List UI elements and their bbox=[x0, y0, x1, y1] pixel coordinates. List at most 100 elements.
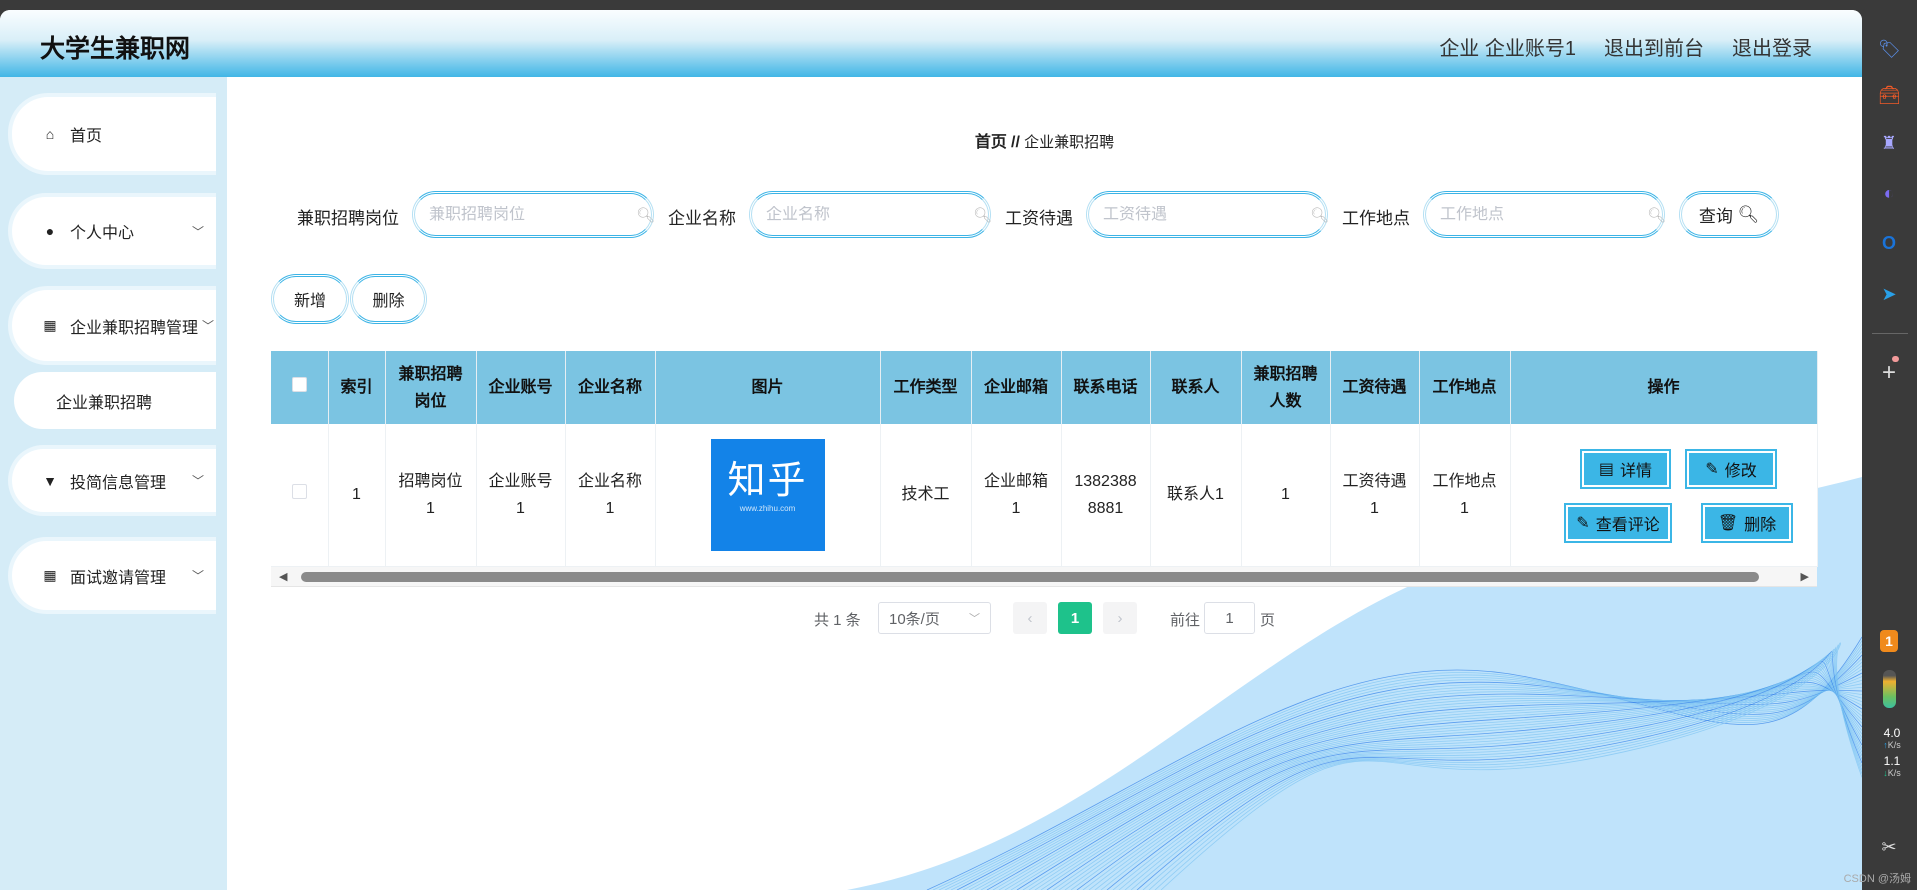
salary-label: 工资待遇 bbox=[1005, 209, 1073, 228]
chevron-right-icon: › bbox=[1117, 609, 1123, 627]
location-input[interactable] bbox=[1440, 205, 1647, 224]
pencil-icon: ✎ bbox=[1705, 461, 1719, 478]
add-button[interactable]: 新增 bbox=[271, 274, 349, 324]
page-1-button[interactable]: 1 bbox=[1058, 602, 1092, 634]
breadcrumb-current: 企业兼职招聘 bbox=[1024, 134, 1115, 151]
cell-image: 知乎 www.zhihu.com bbox=[655, 424, 881, 567]
chevron-down-icon: ﹀ bbox=[969, 613, 980, 625]
cell-email: 企业邮箱1 bbox=[971, 424, 1062, 567]
speed-unit: K/s bbox=[1887, 740, 1901, 750]
browser-sidebar: 🏷︎ 🧰︎ ♜ ◐ O ➤ + 1 4.0 ↑K/s 1.1 ↓K/s ✂ bbox=[1862, 0, 1917, 890]
breadcrumb-separator: // bbox=[1011, 134, 1020, 151]
row-delete-button[interactable]: 🗑︎ 删除 bbox=[1701, 503, 1793, 543]
sidebar-item-personal-center[interactable]: ● 个人中心 ﹀ bbox=[8, 193, 216, 269]
back-to-front-link[interactable]: 退出到前台 bbox=[1604, 32, 1704, 61]
grid-icon: ▦ bbox=[43, 317, 57, 333]
select-all-checkbox[interactable] bbox=[291, 377, 307, 392]
row-checkbox[interactable] bbox=[291, 484, 307, 500]
post-search-field[interactable]: 🔍︎ bbox=[412, 191, 655, 238]
location-label: 工作地点 bbox=[1342, 209, 1410, 228]
horizontal-scrollbar[interactable]: ◀ ▶ bbox=[271, 567, 1817, 587]
zhihu-logo-image: 知乎 www.zhihu.com bbox=[710, 438, 825, 551]
sidebar-item-interview-management[interactable]: ▦ 面试邀请管理 ﹀ bbox=[8, 537, 216, 614]
cell-salary: 工资待遇1 bbox=[1330, 424, 1420, 567]
comments-label: 查看评论 bbox=[1595, 517, 1660, 534]
outlook-icon[interactable]: O bbox=[1878, 232, 1900, 254]
sidebar-item-resume-management[interactable]: ▼ 投简信息管理 ﹀ bbox=[8, 445, 216, 516]
chevron-left-icon: ‹ bbox=[1027, 609, 1033, 627]
edit-label: 修改 bbox=[1724, 463, 1757, 480]
sidebar-item-job-management[interactable]: ▦ 企业兼职招聘管理 ﹀ bbox=[8, 286, 216, 365]
breadcrumb-home[interactable]: 首页 bbox=[975, 134, 1007, 151]
column-header: 联系电话 bbox=[1061, 351, 1151, 424]
column-header: 工作地点 bbox=[1419, 351, 1511, 424]
column-header: 企业邮箱 bbox=[971, 351, 1062, 424]
column-header: 联系人 bbox=[1150, 351, 1242, 424]
query-button[interactable]: 查询 🔍︎ bbox=[1679, 191, 1779, 238]
cell-location: 工作地点1 bbox=[1419, 424, 1511, 567]
goto-label: 前往 bbox=[1170, 612, 1201, 629]
sidebar-item-home[interactable]: ⌂ 首页 bbox=[8, 93, 216, 175]
chevron-down-icon: ﹀ bbox=[191, 569, 204, 583]
salary-search-field[interactable]: 🔍︎ bbox=[1086, 191, 1330, 238]
send-icon[interactable]: ➤ bbox=[1878, 283, 1900, 305]
company-name-search-field[interactable]: 🔍︎ bbox=[749, 191, 993, 238]
cell-index: 1 bbox=[328, 424, 386, 567]
cell-contact: 联系人1 bbox=[1150, 424, 1242, 567]
column-header: 企业名称 bbox=[565, 351, 656, 424]
toolbox-icon[interactable]: 🧰︎ bbox=[1878, 84, 1901, 106]
top-header: 大学生兼职网 企业 企业账号1 退出到前台 退出登录 bbox=[0, 10, 1862, 77]
view-comments-button[interactable]: ✎ 查看评论 bbox=[1564, 503, 1672, 543]
post-label: 兼职招聘岗位 bbox=[297, 209, 399, 228]
page-suffix: 页 bbox=[1260, 612, 1276, 629]
batch-delete-button[interactable]: 删除 bbox=[350, 274, 427, 324]
search-icon: 🔍︎ bbox=[1310, 206, 1330, 224]
column-header: 图片 bbox=[655, 351, 881, 424]
sidebar-item-label: 面试邀请管理 bbox=[70, 569, 167, 587]
scroll-left-arrow-icon[interactable]: ◀ bbox=[279, 570, 287, 583]
search-icon: 🔍︎ bbox=[1737, 204, 1760, 224]
grid-icon: ▦ bbox=[43, 567, 57, 583]
total-count: 共 1 条 bbox=[814, 612, 861, 629]
add-icon[interactable]: + bbox=[1878, 361, 1900, 385]
salary-input[interactable] bbox=[1103, 205, 1310, 224]
detail-label: 详情 bbox=[1620, 463, 1653, 480]
prev-page-button[interactable]: ‹ bbox=[1013, 602, 1047, 634]
user-icon: ● bbox=[45, 223, 55, 239]
company-name-input[interactable] bbox=[766, 205, 973, 224]
column-header: 工作类型 bbox=[880, 351, 972, 424]
chess-icon[interactable]: ♜ bbox=[1878, 132, 1900, 154]
breadcrumb: 首页 // 企业兼职招聘 bbox=[227, 128, 1862, 152]
network-speed: 4.0 ↑K/s 1.1 ↓K/s bbox=[1872, 727, 1912, 779]
scrollbar-thumb[interactable] bbox=[301, 572, 1759, 582]
sidebar-item-label: 投简信息管理 bbox=[70, 474, 167, 492]
search-icon: 🔍︎ bbox=[973, 206, 993, 224]
scroll-right-arrow-icon[interactable]: ▶ bbox=[1801, 570, 1809, 583]
current-user: 企业 企业账号1 bbox=[1439, 38, 1576, 60]
column-header: 索引 bbox=[328, 351, 386, 424]
edit-button[interactable]: ✎ 修改 bbox=[1685, 449, 1777, 489]
pin-icon: ▼ bbox=[43, 472, 57, 489]
battery-meter-icon bbox=[1883, 670, 1896, 708]
upload-speed: 4.0 bbox=[1883, 726, 1901, 740]
sidebar-subitem-job-posting[interactable]: 企业兼职招聘 bbox=[14, 372, 216, 429]
cell-company-name: 企业名称1 bbox=[565, 424, 656, 567]
copilot-icon[interactable]: ◐ bbox=[1878, 182, 1900, 204]
logo-url: www.zhihu.com bbox=[739, 503, 796, 513]
screenshot-icon[interactable]: ✂ bbox=[1878, 836, 1900, 858]
detail-button[interactable]: ▤ 详情 bbox=[1580, 449, 1671, 489]
cell-post: 招聘岗位1 bbox=[385, 424, 477, 567]
page-size-select[interactable]: 10条/页 ﹀ bbox=[878, 602, 991, 634]
tag-icon[interactable]: 🏷︎ bbox=[1878, 38, 1901, 60]
shield-badge-icon[interactable]: 1 bbox=[1880, 630, 1898, 652]
goto-page-input[interactable]: 1 bbox=[1204, 602, 1255, 634]
sidebar: ⌂ 首页 ● 个人中心 ﹀ ▦ 企业兼职招聘管理 ﹀ 企业兼职招聘 ▼ 投简信息管理 ﹀ ▦ 面… bbox=[0, 77, 227, 890]
sidebar-item-label: 企业兼职招聘管理 bbox=[70, 319, 199, 337]
next-page-button[interactable]: › bbox=[1103, 602, 1137, 634]
logout-link[interactable]: 退出登录 bbox=[1732, 32, 1812, 61]
logo-text: 知乎 bbox=[727, 459, 808, 502]
location-search-field[interactable]: 🔍︎ bbox=[1423, 191, 1666, 238]
chevron-down-icon: ﹀ bbox=[191, 474, 204, 488]
post-input[interactable] bbox=[429, 205, 636, 224]
home-icon: ⌂ bbox=[45, 126, 55, 142]
